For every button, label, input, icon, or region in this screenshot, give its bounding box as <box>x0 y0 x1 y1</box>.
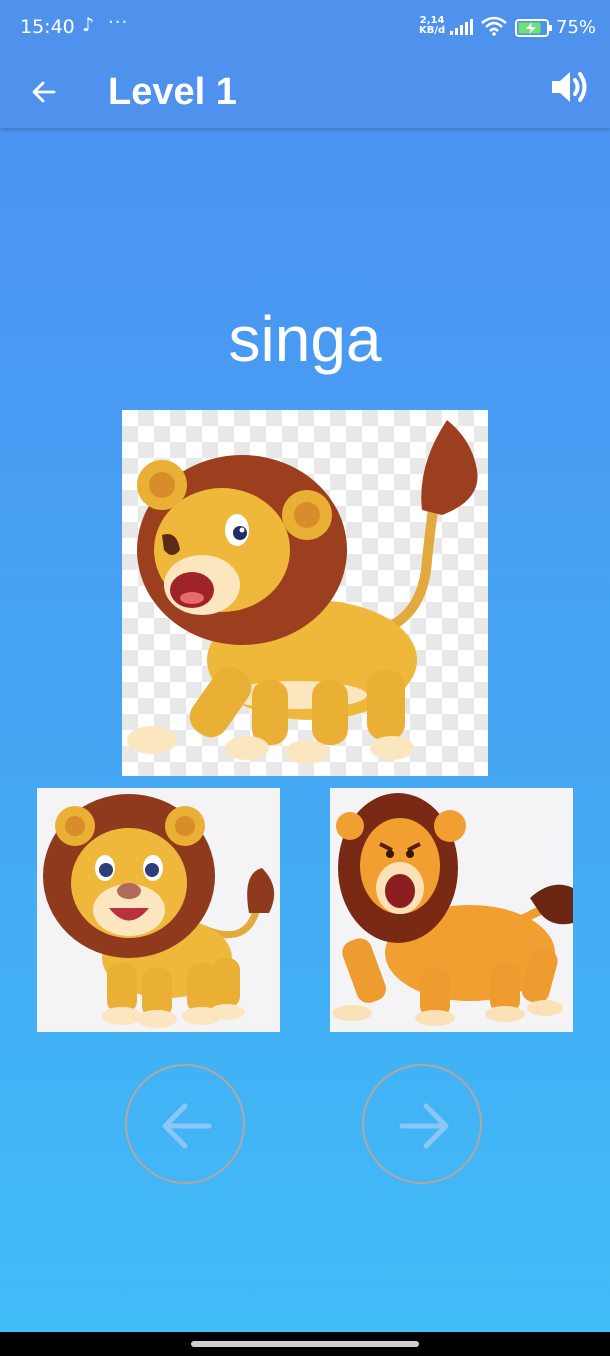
sound-button[interactable] <box>546 63 594 111</box>
arrow-left-icon <box>162 1103 212 1149</box>
page-title: Level 1 <box>108 71 237 113</box>
back-button[interactable] <box>24 72 64 112</box>
walking-lion-illustration <box>127 420 478 764</box>
roaring-lion-illustration <box>332 793 573 1026</box>
network-speed-unit: KB/d <box>419 25 446 36</box>
main-lion-image[interactable] <box>122 410 488 776</box>
signal-icon <box>450 19 473 35</box>
word-label: singa <box>228 303 382 375</box>
previous-button[interactable] <box>125 1064 245 1184</box>
status-bar: 15:40 ♪ ··· 2,14 KB/d 75% <box>0 0 610 56</box>
speaker-icon <box>552 72 587 102</box>
network-speed: 2,14 KB/d <box>419 16 445 36</box>
home-indicator[interactable] <box>191 1341 419 1347</box>
system-nav-bar <box>0 1332 610 1356</box>
arrow-right-icon <box>399 1103 449 1149</box>
tiktok-icon: ♪ <box>82 14 95 36</box>
option-lion-left[interactable] <box>37 788 280 1032</box>
next-button[interactable] <box>362 1064 482 1184</box>
battery-charging-icon <box>515 19 552 37</box>
arrow-left-icon <box>32 81 56 103</box>
app-bar: Level 1 <box>0 56 610 128</box>
status-time: 15:40 <box>20 16 75 38</box>
more-dots-icon: ··· <box>108 12 129 33</box>
wifi-icon <box>481 16 507 36</box>
option-lion-right[interactable] <box>330 788 573 1032</box>
battery-percent: 75% <box>556 17 597 38</box>
smiling-lion-illustration <box>43 794 275 1028</box>
